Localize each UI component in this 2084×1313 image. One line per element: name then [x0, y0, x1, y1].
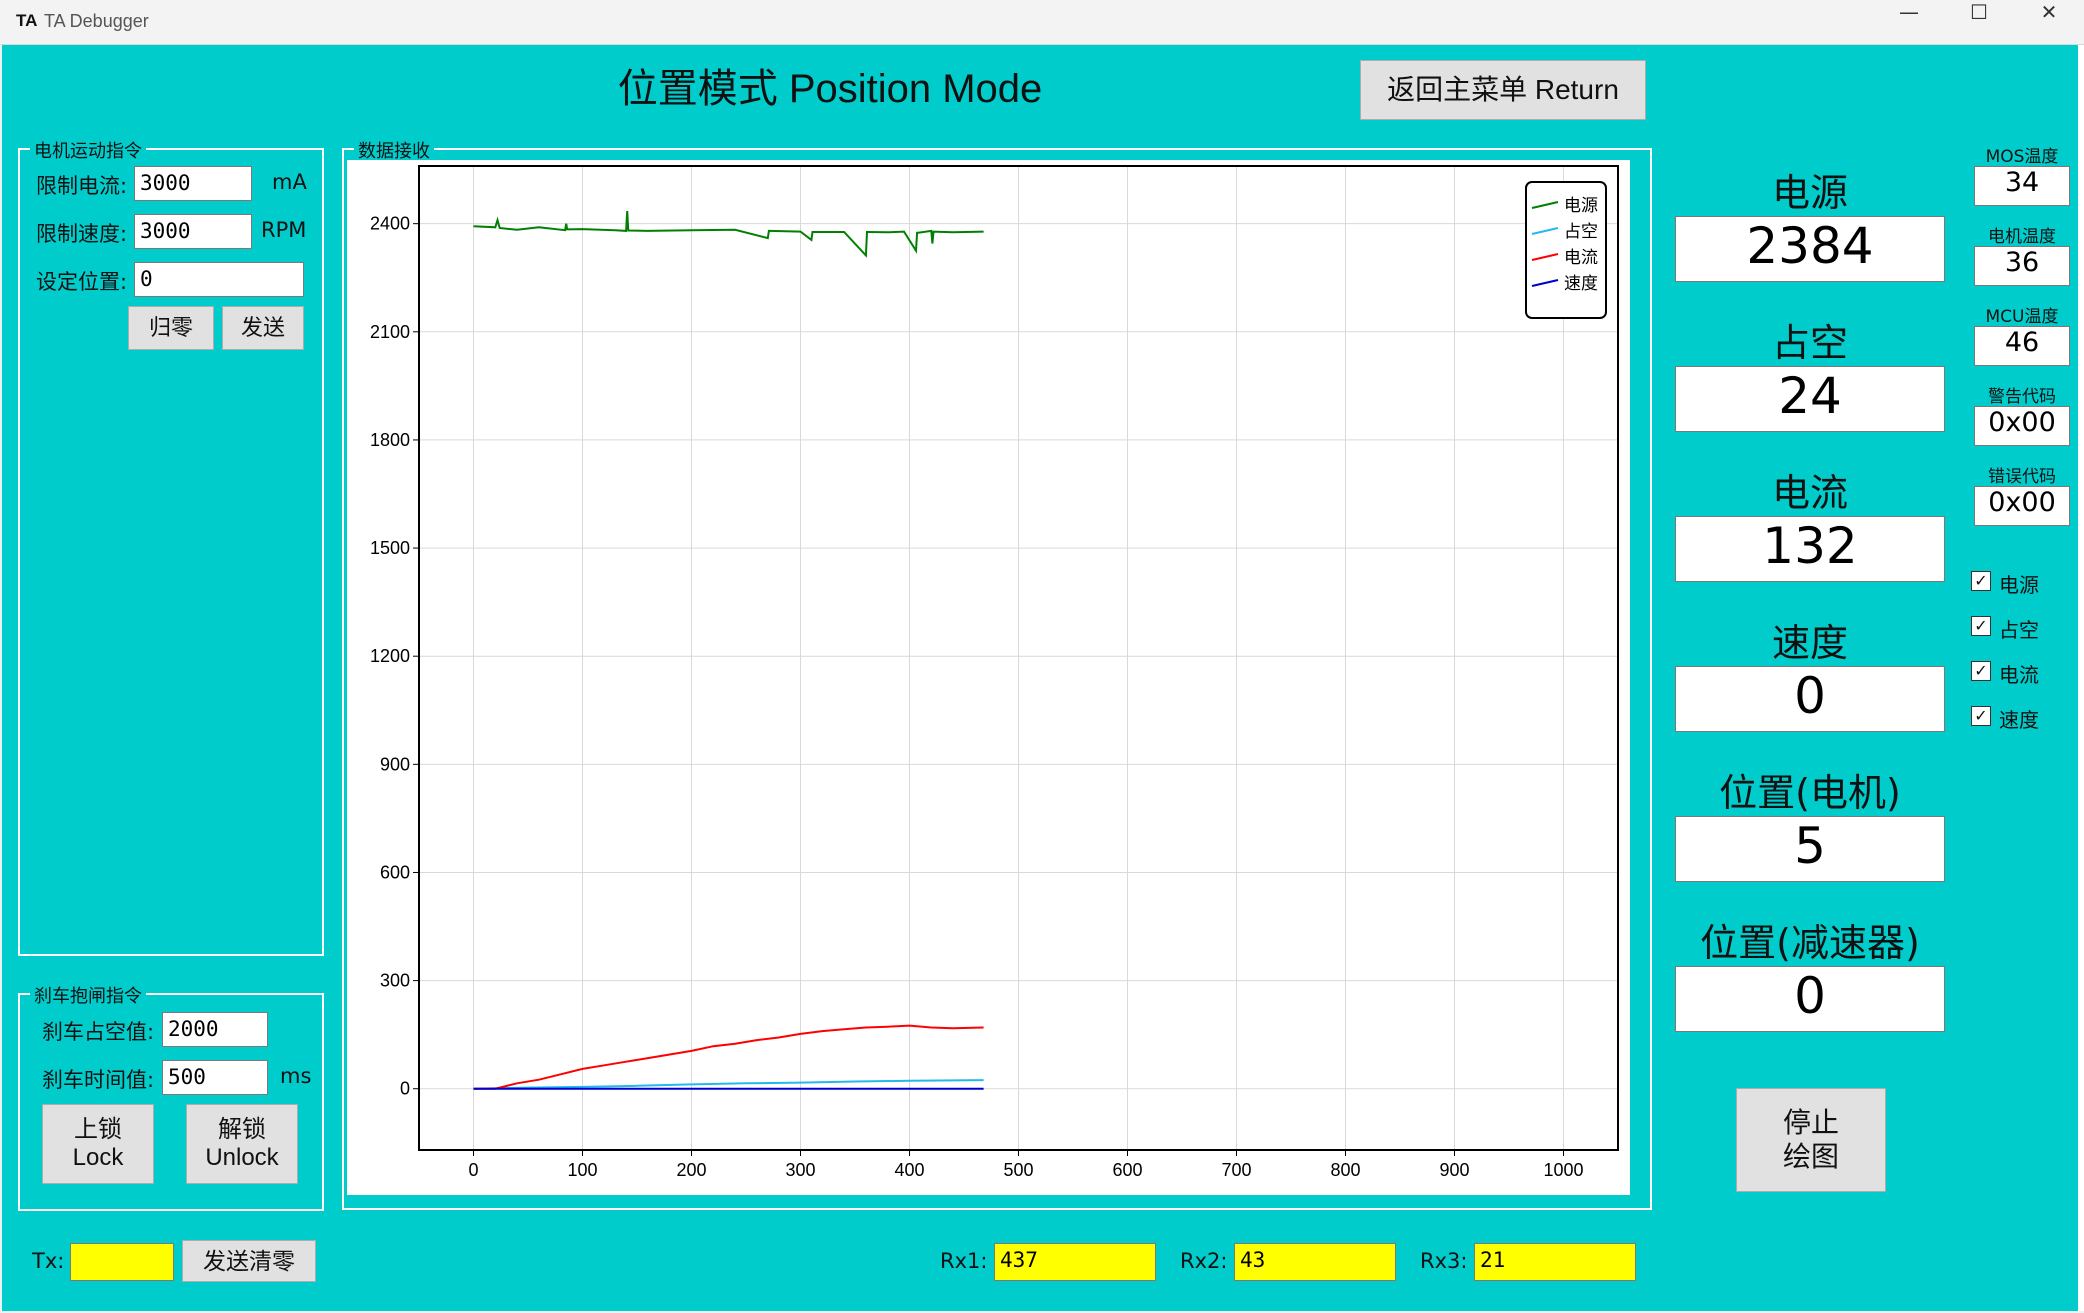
brake-time-unit: ms: [280, 1064, 312, 1088]
x-tick-label: 600: [1112, 1160, 1142, 1180]
set-position-label: 设定位置:: [36, 270, 128, 294]
x-tick-label: 1000: [1543, 1160, 1583, 1180]
legend-label: 速度: [1564, 274, 1598, 294]
x-tick-label: 200: [676, 1160, 706, 1180]
limit-current-input[interactable]: 3000: [134, 166, 252, 201]
y-tick-label: 900: [380, 754, 410, 774]
brake-time-input[interactable]: 500: [162, 1060, 268, 1095]
minimize-icon[interactable]: —: [1874, 0, 1944, 44]
error-code-label: 错误代码: [1988, 467, 2056, 487]
y-tick-label: 2400: [370, 214, 410, 234]
current-label: 电流: [1771, 471, 1848, 515]
position-motor-label: 位置(电机): [1719, 771, 1901, 815]
position-reducer-label: 位置(减速器): [1700, 921, 1920, 965]
window-edge: [2078, 45, 2084, 1311]
brake-time-label: 刹车时间值:: [42, 1068, 155, 1092]
maximize-icon[interactable]: ☐: [1944, 0, 2014, 44]
position-reducer-value: 0: [1675, 966, 1945, 1032]
y-tick-label: 1500: [370, 538, 410, 558]
group-title: 刹车抱闸指令: [30, 982, 146, 1008]
window-title: TA Debugger: [44, 11, 149, 31]
position-motor-value: 5: [1675, 816, 1945, 882]
unlock-button[interactable]: 解锁 Unlock: [186, 1104, 298, 1184]
page-title: 位置模式 Position Mode: [617, 67, 1043, 111]
rx1-label: Rx1:: [940, 1249, 988, 1273]
x-tick-label: 500: [1003, 1160, 1033, 1180]
x-tick-label: 800: [1330, 1160, 1360, 1180]
x-tick-label: 900: [1439, 1160, 1469, 1180]
app-window: TA TA Debugger — ☐ ✕ 位置模式 Position Mode …: [0, 0, 2084, 1313]
rx2-label: Rx2:: [1180, 1249, 1228, 1273]
brake-duty-input[interactable]: 2000: [162, 1012, 268, 1047]
lock-button[interactable]: 上锁 Lock: [42, 1104, 154, 1184]
brake-duty-label: 刹车占空值:: [42, 1020, 155, 1044]
group-title: 电机运动指令: [30, 137, 146, 163]
y-tick-label: 300: [380, 971, 410, 991]
limit-speed-input[interactable]: 3000: [134, 214, 252, 249]
legend-label: 电流: [1564, 248, 1598, 268]
speed-checkbox-label: 速度: [1999, 708, 2039, 732]
mos-temp-label: MOS温度: [1985, 147, 2059, 167]
y-tick-label: 1200: [370, 646, 410, 666]
mcu-temp-value: 46: [1974, 326, 2070, 366]
power-value: 2384: [1675, 216, 1945, 282]
motor-temp-value: 36: [1974, 246, 2070, 286]
x-tick-label: 300: [785, 1160, 815, 1180]
return-button[interactable]: 返回主菜单 Return: [1360, 60, 1646, 120]
error-code-value: 0x00: [1974, 486, 2070, 526]
current-value: 132: [1675, 516, 1945, 582]
y-tick-label: 0: [400, 1079, 410, 1099]
limit-speed-unit: RPM: [261, 218, 307, 242]
rx3-field: 21: [1474, 1243, 1636, 1281]
motor-temp-label: 电机温度: [1988, 227, 2056, 247]
zero-button[interactable]: 归零: [128, 306, 214, 350]
chart-panel[interactable]: 0 100 200 300 400 500 600 700 800 900 1000 0 300 600 9…: [347, 160, 1630, 1195]
close-icon[interactable]: ✕: [2014, 0, 2084, 44]
app-logo: TA: [16, 11, 38, 30]
power-checkbox[interactable]: ✓: [1971, 571, 1991, 591]
duty-label: 占空: [1771, 321, 1848, 365]
legend-label: 电源: [1564, 196, 1598, 216]
duty-value: 24: [1675, 366, 1945, 432]
power-label: 电源: [1771, 171, 1848, 215]
stop-plot-button[interactable]: 停止 绘图: [1736, 1088, 1886, 1192]
current-checkbox-label: 电流: [1999, 663, 2039, 687]
rx3-label: Rx3:: [1420, 1249, 1468, 1273]
mos-temp-value: 34: [1974, 166, 2070, 206]
rx1-field: 437: [994, 1243, 1156, 1281]
speed-value: 0: [1675, 666, 1945, 732]
limit-speed-label: 限制速度:: [36, 222, 128, 246]
speed-label: 速度: [1771, 621, 1848, 665]
speed-checkbox[interactable]: ✓: [1971, 706, 1991, 726]
y-tick-label: 2100: [370, 322, 410, 342]
duty-checkbox[interactable]: ✓: [1971, 616, 1991, 636]
warning-code-label: 警告代码: [1988, 387, 2056, 407]
clear-send-button[interactable]: 发送清零: [182, 1240, 316, 1282]
title-bar[interactable]: TA TA Debugger — ☐ ✕: [0, 0, 2084, 45]
send-button[interactable]: 发送: [222, 306, 304, 350]
y-tick-label: 600: [380, 862, 410, 882]
limit-current-unit: mA: [272, 170, 307, 194]
legend-label: 占空: [1564, 222, 1598, 242]
current-checkbox[interactable]: ✓: [1971, 661, 1991, 681]
set-position-input[interactable]: 0: [134, 262, 304, 297]
rx2-field: 43: [1234, 1243, 1396, 1281]
duty-checkbox-label: 占空: [1999, 618, 2039, 642]
x-tick-label: 100: [567, 1160, 597, 1180]
x-tick-label: 400: [894, 1160, 924, 1180]
line-chart[interactable]: 0 100 200 300 400 500 600 700 800 900 1000 0 300 600 9…: [347, 160, 1630, 1195]
x-tick-label: 700: [1221, 1160, 1251, 1180]
power-checkbox-label: 电源: [1999, 573, 2039, 597]
y-tick-label: 1800: [370, 430, 410, 450]
tx-label: Tx:: [32, 1249, 65, 1273]
x-tick-label: 0: [468, 1160, 478, 1180]
limit-current-label: 限制电流:: [36, 174, 128, 198]
mcu-temp-label: MCU温度: [1985, 307, 2059, 327]
tx-field[interactable]: [70, 1243, 174, 1281]
warning-code-value: 0x00: [1974, 406, 2070, 446]
